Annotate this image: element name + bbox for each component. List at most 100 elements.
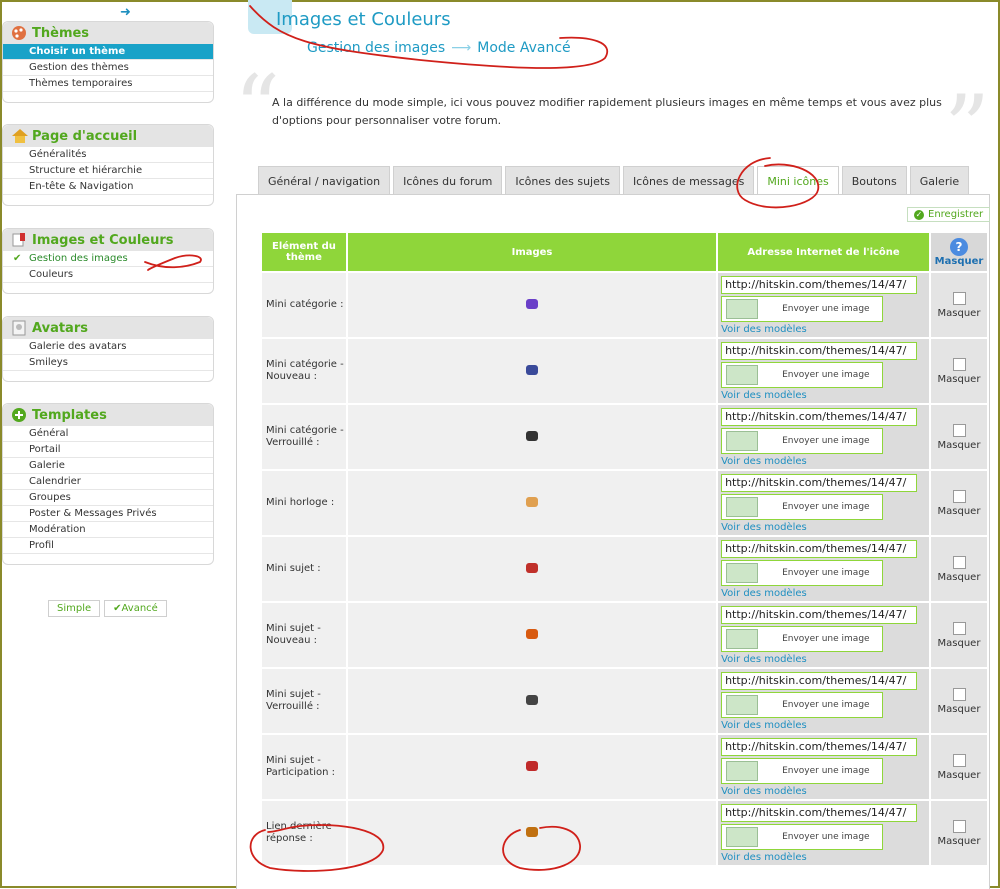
icon-url-input[interactable]: http://hitskin.com/themes/14/47/ (721, 275, 918, 294)
mini-icon-preview[interactable] (525, 628, 538, 639)
view-models-link[interactable]: Voir des modèles (721, 390, 929, 401)
icon-url-input[interactable]: http://hitskin.com/themes/14/47/ (721, 803, 918, 822)
crumb-mode-avance[interactable]: Mode Avancé (477, 40, 570, 56)
crumb-gestion-images[interactable]: Gestion des images (307, 40, 445, 56)
upload-image-button[interactable]: Envoyer une image (721, 361, 884, 388)
icon-url-input[interactable]: http://hitskin.com/themes/14/47/ (721, 737, 918, 756)
upload-image-button[interactable]: Envoyer une image (721, 295, 884, 322)
icon-url-input[interactable]: http://hitskin.com/themes/14/47/ (721, 671, 918, 690)
icon-url-input[interactable]: http://hitskin.com/themes/14/47/ (721, 341, 918, 360)
mask-checkbox[interactable] (952, 489, 966, 503)
sidebar-item-themes-temporaires[interactable]: Thèmes temporaires (3, 76, 213, 92)
mini-icon-preview[interactable] (525, 496, 538, 507)
save-button[interactable]: ✓ Enregistrer (907, 207, 991, 222)
sidebar-item-choisir-theme[interactable]: Choisir un thème (3, 44, 213, 60)
mini-icon-preview[interactable] (525, 430, 538, 441)
row-element-name: Mini sujet - Verrouillé : (262, 669, 346, 733)
upload-image-button[interactable]: Envoyer une image (721, 559, 884, 586)
mask-checkbox[interactable] (952, 423, 966, 437)
tab-general-navigation[interactable]: Général / navigation (258, 166, 391, 195)
mode-avance-button[interactable]: ✔Avancé (104, 600, 167, 617)
view-models-link[interactable]: Voir des modèles (721, 522, 929, 533)
panel-avatars-header[interactable]: Avatars (3, 317, 213, 339)
upload-image-button[interactable]: Envoyer une image (721, 493, 884, 520)
view-models-link[interactable]: Voir des modèles (721, 720, 929, 731)
sidebar-item-entete[interactable]: En-tête & Navigation (3, 179, 213, 195)
sidebar-item-galerie[interactable]: Galerie (3, 458, 213, 474)
view-models-link[interactable]: Voir des modèles (721, 654, 929, 665)
row-address-cell: http://hitskin.com/themes/14/47/Envoyer … (718, 537, 929, 601)
icon-url-input[interactable]: http://hitskin.com/themes/14/47/ (721, 539, 918, 558)
mask-checkbox[interactable] (952, 291, 966, 305)
sidebar-item-groupes[interactable]: Groupes (3, 490, 213, 506)
sidebar-item-profil[interactable]: Profil (3, 538, 213, 554)
sidebar-item-calendrier[interactable]: Calendrier (3, 474, 213, 490)
row-element-name: Mini catégorie : (262, 273, 346, 337)
view-models-link[interactable]: Voir des modèles (721, 588, 929, 599)
icon-url-input[interactable]: http://hitskin.com/themes/14/47/ (721, 605, 918, 624)
mini-icon-preview[interactable] (525, 298, 538, 309)
checkmark-icon: ✔ (113, 603, 122, 614)
icon-url-input[interactable]: http://hitskin.com/themes/14/47/ (721, 473, 918, 492)
panel-templates-header[interactable]: Templates (3, 404, 213, 426)
sidebar-item-portail[interactable]: Portail (3, 442, 213, 458)
mask-checkbox[interactable] (952, 357, 966, 371)
image-gallery-icon (726, 430, 759, 451)
table-row: Mini sujet - Participation : http://hitsk… (262, 735, 987, 799)
breadcrumb: Gestion des images ⟶ Mode Avancé (307, 40, 571, 56)
tab-galerie[interactable]: Galerie (909, 166, 970, 195)
tab-icones-forum[interactable]: Icônes du forum (393, 166, 503, 195)
sidebar-item-gestion-themes[interactable]: Gestion des thèmes (3, 60, 213, 76)
mask-checkbox[interactable] (952, 753, 966, 767)
sidebar-item-generalites[interactable]: Généralités (3, 147, 213, 163)
mini-icon-preview[interactable] (525, 694, 538, 705)
mask-checkbox[interactable] (952, 687, 966, 701)
upload-image-label: Envoyer une image (782, 369, 870, 380)
help-icon[interactable]: ? (950, 237, 968, 256)
tab-mini-icones[interactable]: Mini icônes (757, 166, 839, 196)
tab-icones-messages[interactable]: Icônes de messages (622, 166, 755, 195)
tab-icones-sujets[interactable]: Icônes des sujets (505, 166, 620, 195)
view-models-link[interactable]: Voir des modèles (721, 456, 929, 467)
image-gallery-icon (726, 826, 759, 847)
row-image-cell (347, 537, 717, 601)
image-gallery-icon (726, 364, 759, 385)
row-image-cell (347, 339, 717, 403)
mini-icon-preview[interactable] (525, 364, 538, 375)
table-row: Mini catégorie : http://hitskin.com/theme… (262, 273, 987, 337)
sidebar-item-gestion-images[interactable]: ✔ Gestion des images (3, 251, 213, 267)
sidebar-item-general[interactable]: Général (3, 426, 213, 442)
sidebar-item-structure[interactable]: Structure et hiérarchie (3, 163, 213, 179)
mask-checkbox[interactable] (952, 819, 966, 833)
tab-boutons[interactable]: Boutons (841, 166, 907, 195)
view-models-link[interactable]: Voir des modèles (721, 324, 929, 335)
panel-themes-header[interactable]: Thèmes (3, 22, 213, 44)
row-address-cell: http://hitskin.com/themes/14/47/Envoyer … (718, 471, 929, 535)
upload-image-button[interactable]: Envoyer une image (721, 625, 884, 652)
table-row: Lien dernière réponse : http://hitskin.co… (262, 801, 987, 865)
mask-checkbox[interactable] (952, 621, 966, 635)
upload-image-button[interactable]: Envoyer une image (721, 691, 884, 718)
mini-icon-preview[interactable] (525, 826, 538, 837)
upload-image-button[interactable]: Envoyer une image (721, 427, 884, 454)
sidebar-item-poster[interactable]: Poster & Messages Privés (3, 506, 213, 522)
icon-url-input[interactable]: http://hitskin.com/themes/14/47/ (721, 407, 918, 426)
mask-checkbox[interactable] (952, 555, 966, 569)
panel-themes-title: Thèmes (32, 25, 90, 41)
sidebar-item-couleurs[interactable]: Couleurs (3, 267, 213, 283)
panel-templates-title: Templates (32, 407, 107, 423)
mini-icon-preview[interactable] (525, 562, 538, 573)
view-models-link[interactable]: Voir des modèles (721, 786, 929, 797)
panel-accueil-header[interactable]: Page d'accueil (3, 125, 213, 147)
sidebar-item-galerie-avatars[interactable]: Galerie des avatars (3, 339, 213, 355)
mode-simple-button[interactable]: Simple (48, 600, 101, 617)
checkmark-icon: ✔ (13, 253, 22, 264)
upload-image-button[interactable]: Envoyer une image (721, 757, 884, 784)
view-models-link[interactable]: Voir des modèles (721, 852, 929, 863)
mode-avance-label: Avancé (121, 603, 158, 614)
sidebar-item-moderation[interactable]: Modération (3, 522, 213, 538)
upload-image-button[interactable]: Envoyer une image (721, 823, 884, 850)
sidebar-item-smileys[interactable]: Smileys (3, 355, 213, 371)
panel-images-header[interactable]: Images et Couleurs (3, 229, 213, 251)
mini-icon-preview[interactable] (525, 760, 538, 771)
